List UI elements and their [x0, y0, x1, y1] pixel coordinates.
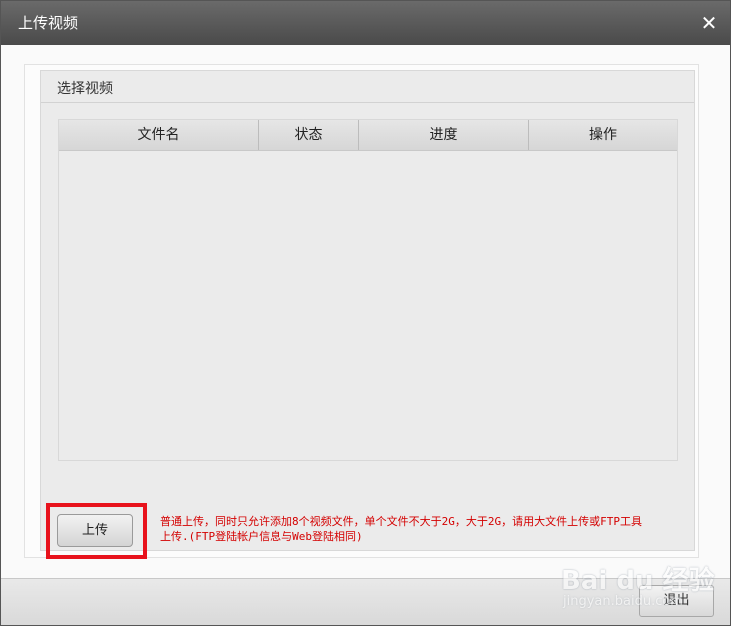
select-video-group: 选择视频 文件名 状态 进度 操作: [40, 70, 695, 551]
file-table: 文件名 状态 进度 操作: [58, 119, 678, 461]
upload-notice-line-2: 上传.(FTP登陆帐户信息与Web登陆相同): [160, 530, 363, 543]
column-header-progress: 进度: [359, 120, 529, 150]
close-icon[interactable]: ✕: [696, 10, 722, 36]
upload-notice: 普通上传，同时只允许添加8个视频文件，单个文件不大于2G，大于2G，请用大文件上…: [160, 514, 680, 544]
watermark-logo-text: Bai du 经验: [561, 566, 715, 596]
dialog-titlebar: 上传视频 ✕: [1, 1, 730, 45]
column-header-filename: 文件名: [59, 120, 259, 150]
group-label: 选择视频: [57, 81, 113, 97]
dialog-title: 上传视频: [18, 14, 79, 32]
column-header-action: 操作: [589, 127, 617, 143]
upload-button[interactable]: 上传: [57, 514, 133, 547]
column-header-status: 状态: [259, 120, 359, 150]
upload-notice-line-1: 普通上传，同时只允许添加8个视频文件，单个文件不大于2G，大于2G，请用大文件上…: [160, 515, 642, 528]
baidu-jingyan-watermark: Bai du 经验 jingyan.baidu.com: [561, 546, 730, 616]
watermark-url-text: jingyan.baidu.com: [563, 594, 683, 609]
table-header: 文件名 状态 进度 操作: [59, 120, 677, 151]
group-header: 选择视频: [41, 71, 694, 103]
upload-video-dialog: 上传视频 ✕ 选择视频 文件名 状态 进度 操作 上传 普通上传，同时只允许添加…: [0, 0, 731, 626]
